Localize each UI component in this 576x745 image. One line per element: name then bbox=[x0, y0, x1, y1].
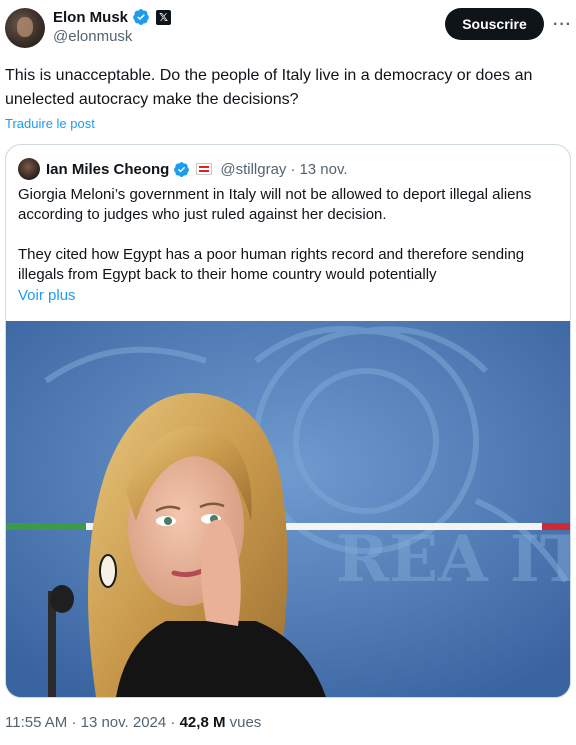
tweet-text: This is unacceptable. Do the people of I… bbox=[5, 67, 533, 108]
views-count: 42,8 M bbox=[179, 714, 226, 731]
post-date[interactable]: 13 nov. 2024 bbox=[81, 714, 167, 731]
affiliation-badge-icon bbox=[196, 163, 213, 175]
footer-separator: · bbox=[170, 714, 176, 731]
quoted-tweet-header: Ian Miles Cheong @stillgray · 13 nov. bbox=[18, 158, 348, 180]
quoted-author-name: Ian Miles Cheong bbox=[46, 160, 170, 178]
quoted-paragraph: Giorgia Meloni’s government in Italy wil… bbox=[18, 186, 532, 223]
author-avatar[interactable] bbox=[5, 8, 45, 48]
post-time[interactable]: 11:55 AM bbox=[5, 714, 67, 731]
tweet-footer: 11:55 AM · 13 nov. 2024 · 42,8 M vues bbox=[5, 714, 261, 731]
verified-badge-icon bbox=[133, 9, 149, 25]
subscribe-button[interactable]: Souscrire bbox=[445, 8, 544, 40]
quoted-paragraph: They cited how Egypt has a poor human ri… bbox=[18, 246, 525, 283]
quoted-tweet[interactable]: Ian Miles Cheong @stillgray · 13 nov. Gi… bbox=[5, 144, 571, 698]
quoted-verified-badge-icon bbox=[174, 161, 190, 177]
quoted-author-handle: @stillgray bbox=[220, 160, 287, 178]
footer-separator: · bbox=[71, 714, 77, 731]
quoted-separator: · bbox=[290, 160, 296, 178]
views-label: vues bbox=[229, 714, 262, 731]
photo-illustration: REA ITALI bbox=[6, 321, 570, 697]
svg-text:REA ITALI: REA ITALI bbox=[336, 522, 570, 597]
quoted-tweet-text: Giorgia Meloni’s government in Italy wil… bbox=[18, 185, 558, 305]
more-options-icon[interactable]: ··· bbox=[553, 16, 572, 34]
quoted-date: 13 nov. bbox=[299, 160, 348, 178]
x-affiliate-icon: 𝕏 bbox=[156, 9, 172, 25]
author-handle[interactable]: @elonmusk bbox=[53, 28, 132, 45]
quoted-author-avatar bbox=[18, 158, 40, 180]
quoted-tweet-photo[interactable]: REA ITALI bbox=[6, 321, 570, 697]
tweet-header: Elon Musk 𝕏 @elonmusk Souscrire ··· bbox=[5, 6, 571, 50]
author-name[interactable]: Elon Musk bbox=[53, 9, 128, 26]
translate-post-link[interactable]: Traduire le post bbox=[5, 116, 95, 131]
show-more-link[interactable]: Voir plus bbox=[18, 287, 76, 304]
author-name-row: Elon Musk 𝕏 bbox=[53, 8, 172, 26]
